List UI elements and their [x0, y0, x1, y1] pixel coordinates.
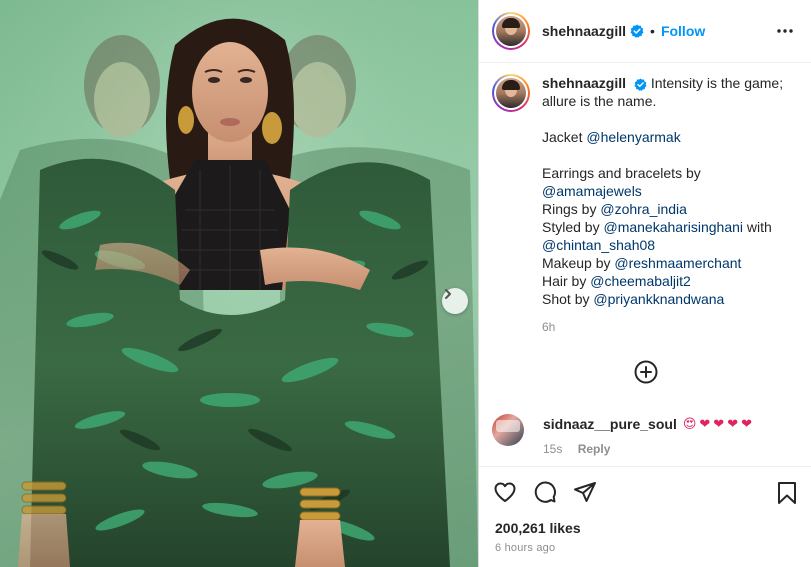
mention-link[interactable]: @reshmaamerchant	[614, 255, 741, 271]
verified-badge-icon	[634, 78, 647, 91]
bookmark-icon[interactable]	[776, 481, 798, 510]
mention-link[interactable]: @cheemabaljit2	[590, 273, 691, 289]
post-side-panel: shehnaazgill • Follow shehnaazgill Inten…	[478, 0, 811, 567]
action-bar	[479, 466, 811, 516]
post-photo-illustration	[0, 0, 478, 567]
share-icon[interactable]	[573, 480, 597, 504]
caption-avatar-image	[496, 78, 526, 108]
emoji-heart: ❤	[699, 416, 711, 431]
commenter-username[interactable]: sidnaaz__pure_soul	[543, 414, 677, 434]
plus-circle-icon[interactable]	[634, 360, 658, 384]
likes-count[interactable]: 200,261 likes	[495, 520, 581, 536]
emoji-heart: ❤	[727, 416, 739, 431]
commenter-avatar[interactable]	[492, 414, 524, 446]
comment-icon[interactable]	[533, 480, 557, 504]
caption-styled-prefix: Styled by	[542, 219, 604, 235]
mention-link[interactable]: @manekaharisinghani	[603, 219, 743, 235]
emoji-heart-eyes: 😍	[682, 416, 697, 431]
caption-makeup-prefix: Makeup by	[542, 255, 615, 271]
caption-shot-prefix: Shot by	[542, 291, 594, 307]
caption-avatar[interactable]	[492, 74, 530, 112]
mention-link[interactable]: @amamajewels	[542, 183, 642, 199]
chevron-right-icon	[445, 289, 451, 299]
mention-link[interactable]: @helenyarmak	[586, 129, 680, 145]
more-options-icon[interactable]	[776, 22, 794, 45]
post-image[interactable]	[0, 0, 478, 567]
emoji-heart: ❤	[741, 416, 753, 431]
author-avatar-image	[496, 16, 526, 46]
heart-icon[interactable]	[493, 480, 517, 504]
caption-hair-prefix: Hair by	[542, 273, 591, 289]
verified-badge-icon	[630, 24, 644, 38]
header-separator: •	[650, 23, 655, 39]
post-timestamp[interactable]: 6 hours ago	[495, 542, 555, 554]
caption-jacket-prefix: Jacket	[542, 129, 587, 145]
comment-item: sidnaaz__pure_soul 😍 ❤ ❤ ❤ ❤ 15s Reply	[492, 414, 802, 456]
reply-button[interactable]: Reply	[578, 442, 611, 456]
caption-timestamp[interactable]: 6h	[542, 318, 792, 336]
author-avatar[interactable]	[492, 12, 530, 50]
caption-block: shehnaazgill Intensity is the game; allu…	[492, 74, 802, 336]
mention-link[interactable]: @chintan_shah08	[542, 237, 655, 253]
caption-earrings-prefix: Earrings and bracelets by	[542, 165, 701, 181]
mention-link[interactable]: @zohra_india	[600, 201, 687, 217]
mention-link[interactable]: @priyankknandwana	[593, 291, 724, 307]
next-image-button[interactable]	[442, 288, 468, 314]
caption-rings-prefix: Rings by	[542, 201, 601, 217]
caption-styled-with: with	[743, 219, 772, 235]
emoji-heart: ❤	[713, 416, 725, 431]
post-header: shehnaazgill • Follow	[479, 0, 811, 63]
author-username[interactable]: shehnaazgill	[542, 23, 626, 39]
follow-button[interactable]: Follow	[661, 23, 705, 39]
caption-username[interactable]: shehnaazgill	[542, 75, 626, 91]
caption-text: shehnaazgill Intensity is the game; allu…	[542, 74, 792, 336]
comment-time[interactable]: 15s	[543, 442, 562, 456]
